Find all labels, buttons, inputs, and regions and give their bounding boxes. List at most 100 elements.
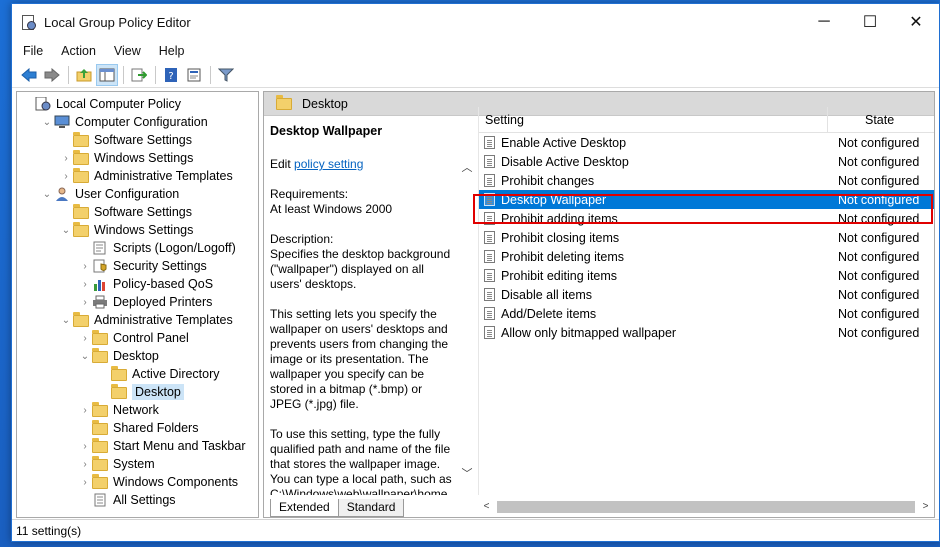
chevron-right-icon[interactable]: ›: [78, 441, 92, 452]
setting-row[interactable]: Prohibit editing items Not configured: [479, 266, 934, 285]
chevron-right-icon[interactable]: ›: [78, 459, 92, 470]
setting-row[interactable]: Prohibit deleting items Not configured: [479, 247, 934, 266]
chevron-down-icon[interactable]: ⌄: [59, 225, 73, 236]
setting-name: Allow only bitmapped wallpaper: [479, 326, 828, 340]
setting-state: Not configured: [838, 325, 920, 340]
tree-item[interactable]: ⌄ Desktop: [17, 347, 258, 365]
tree-item-label: Computer Configuration: [75, 115, 208, 129]
tree-item[interactable]: › Control Panel: [17, 329, 258, 347]
tree-item[interactable]: Scripts (Logon/Logoff): [17, 239, 258, 257]
maximize-button[interactable]: ☐: [847, 4, 893, 40]
setting-name: Disable all items: [479, 288, 828, 302]
scroll-down-icon[interactable]: ﹀: [460, 465, 474, 481]
properties-icon[interactable]: [183, 64, 205, 86]
edit-policy-link[interactable]: policy setting: [294, 157, 363, 171]
extended-description: Desktop Wallpaper Edit policy setting Re…: [264, 117, 462, 495]
tree-item[interactable]: All Settings: [17, 491, 258, 509]
setting-row[interactable]: Add/Delete items Not configured: [479, 304, 934, 323]
tree-item[interactable]: Active Directory: [17, 365, 258, 383]
forward-icon[interactable]: [41, 64, 63, 86]
tree-item[interactable]: › Administrative Templates: [17, 167, 258, 185]
chevron-down-icon[interactable]: ⌄: [40, 189, 54, 200]
setting-name: Prohibit changes: [479, 174, 828, 188]
setting-name: Enable Active Desktop: [479, 136, 828, 150]
setting-state: Not configured: [838, 268, 920, 283]
tree-item[interactable]: › Deployed Printers: [17, 293, 258, 311]
up-folder-icon[interactable]: [73, 64, 95, 86]
tree-item[interactable]: Desktop: [17, 383, 258, 401]
setting-row[interactable]: Disable all items Not configured: [479, 285, 934, 304]
tree-item[interactable]: Local Computer Policy: [17, 95, 258, 113]
tree-item[interactable]: Shared Folders: [17, 419, 258, 437]
user-icon: [54, 187, 70, 201]
chevron-right-icon[interactable]: ›: [78, 333, 92, 344]
show-hide-tree-icon[interactable]: [96, 63, 118, 86]
export-list-icon[interactable]: [128, 64, 150, 86]
scroll-right-icon[interactable]: >: [917, 501, 934, 512]
list-header: Setting State: [479, 107, 934, 133]
tree-item-label: System: [113, 457, 155, 471]
tree-item[interactable]: › Start Menu and Taskbar: [17, 437, 258, 455]
scroll-left-icon[interactable]: <: [478, 501, 495, 512]
tree-item[interactable]: ⌄ Administrative Templates: [17, 311, 258, 329]
scroll-up-icon[interactable]: ︿: [460, 159, 474, 175]
close-button[interactable]: ✕: [893, 4, 939, 40]
tree-item[interactable]: › Policy-based QoS: [17, 275, 258, 293]
tree-item[interactable]: › Security Settings: [17, 257, 258, 275]
setting-state: Not configured: [838, 249, 920, 264]
tree-item[interactable]: ⌄ Windows Settings: [17, 221, 258, 239]
chevron-down-icon[interactable]: ⌄: [59, 315, 73, 326]
settings-list: Setting State Enable Active Desktop Not c…: [478, 107, 934, 495]
setting-row[interactable]: Enable Active Desktop Not configured: [479, 133, 934, 152]
menu-view[interactable]: View: [105, 44, 150, 58]
folder-icon: [92, 456, 108, 471]
tree-item[interactable]: › Windows Components: [17, 473, 258, 491]
scroll-thumb[interactable]: [497, 500, 915, 513]
minimize-button[interactable]: ─: [801, 4, 847, 40]
chevron-right-icon[interactable]: ›: [59, 153, 73, 164]
tree-item-label: Start Menu and Taskbar: [113, 439, 246, 453]
chevron-right-icon[interactable]: ›: [59, 171, 73, 182]
tree-item[interactable]: › Network: [17, 401, 258, 419]
chevron-right-icon[interactable]: ›: [78, 279, 92, 290]
chevron-right-icon[interactable]: ›: [78, 477, 92, 488]
chevron-right-icon[interactable]: ›: [78, 405, 92, 416]
title-bar[interactable]: Local Group Policy Editor ─ ☐ ✕: [12, 4, 939, 40]
tree-item[interactable]: Software Settings: [17, 203, 258, 221]
printer-icon: [92, 295, 108, 309]
chevron-right-icon[interactable]: ›: [78, 297, 92, 308]
tree-item[interactable]: ⌄ User Configuration: [17, 185, 258, 203]
setting-row[interactable]: Allow only bitmapped wallpaper Not config…: [479, 323, 934, 342]
chevron-right-icon[interactable]: ›: [78, 261, 92, 272]
menu-file[interactable]: File: [14, 44, 52, 58]
column-header-state[interactable]: State: [828, 113, 894, 127]
menu-help[interactable]: Help: [150, 44, 194, 58]
description-scrollbar[interactable]: ︿ ﹀: [460, 117, 474, 495]
tree-item-label: Administrative Templates: [94, 169, 233, 183]
menu-action[interactable]: Action: [52, 44, 105, 58]
column-header-setting[interactable]: Setting: [479, 107, 828, 132]
tab-extended[interactable]: Extended: [270, 499, 339, 517]
setting-row[interactable]: Desktop Wallpaper Not configured: [479, 190, 934, 209]
back-icon[interactable]: [18, 64, 40, 86]
tree-item[interactable]: › System: [17, 455, 258, 473]
help-icon[interactable]: ?: [160, 64, 182, 86]
tree-item[interactable]: ⌄ Computer Configuration: [17, 113, 258, 131]
tree-item[interactable]: › Windows Settings: [17, 149, 258, 167]
chevron-down-icon[interactable]: ⌄: [40, 117, 54, 128]
description-paragraph-1: Specifies the desktop background ("wallp…: [270, 247, 451, 291]
setting-row[interactable]: Prohibit closing items Not configured: [479, 228, 934, 247]
setting-row[interactable]: Disable Active Desktop Not configured: [479, 152, 934, 171]
tree-item[interactable]: Software Settings: [17, 131, 258, 149]
folder-icon: [73, 168, 89, 183]
list-horizontal-scrollbar[interactable]: < >: [478, 498, 934, 515]
folder-icon: [92, 348, 108, 363]
tab-standard[interactable]: Standard: [337, 499, 405, 517]
policy-setting-icon: [484, 288, 495, 301]
filter-icon[interactable]: [215, 64, 237, 86]
setting-row[interactable]: Prohibit adding items Not configured: [479, 209, 934, 228]
chevron-down-icon[interactable]: ⌄: [78, 351, 92, 362]
navigation-tree[interactable]: Local Computer Policy ⌄ Computer Configura…: [16, 91, 259, 518]
setting-row[interactable]: Prohibit changes Not configured: [479, 171, 934, 190]
tree-item-label: Software Settings: [94, 205, 192, 219]
